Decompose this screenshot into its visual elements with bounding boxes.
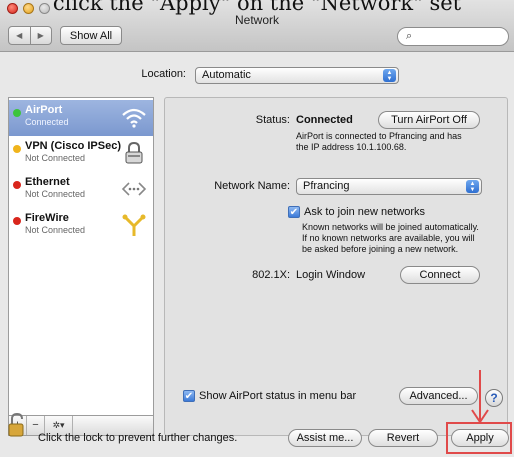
service-status: Not Connected [25,153,86,163]
status-dot-green [13,109,21,117]
service-name: FireWire [25,212,69,224]
revert-button[interactable]: Revert [368,429,438,447]
ask-join-checkbox[interactable]: ✔ [288,206,300,218]
search-input[interactable]: ⌕ [397,27,509,46]
show-status-checkbox[interactable]: ✔ [183,390,195,402]
lock-icon[interactable] [8,413,30,439]
service-list: AirPort Connected VPN (Cisco IPSec) Not … [8,97,154,416]
popup-arrows-icon: ▲ ▼ [383,69,396,82]
back-icon[interactable]: ◀ [9,27,30,44]
popup-arrows-icon: ▲ ▼ [466,180,479,193]
ask-join-description-line: Known networks will be joined automatica… [302,222,479,232]
forward-icon[interactable]: ▶ [29,27,52,44]
service-status: Not Connected [25,225,86,235]
service-item-vpn[interactable]: VPN (Cisco IPSec) Not Connected [9,136,153,172]
highlight-box [446,422,512,454]
service-name: VPN (Cisco IPSec) [25,140,121,152]
show-status-label: Show AirPort status in menu bar [199,390,357,402]
service-name: Ethernet [25,176,70,188]
location-popup[interactable]: Automatic ▲ ▼ [195,67,399,84]
magnifier-icon: ⌕ [406,30,413,42]
network-name-label: Network Name: [214,180,290,192]
firewire-icon [122,214,146,236]
location-value: Automatic [202,69,251,81]
status-value: Connected [296,114,353,126]
service-item-airport[interactable]: AirPort Connected [9,100,153,136]
status-description-line: the IP address 10.1.100.68. [296,142,407,152]
assist-me-button[interactable]: Assist me... [288,429,362,447]
instruction-caption: click the "Apply" on the "Network" set [52,0,462,15]
service-status: Connected [25,117,69,127]
status-label: Status: [255,114,290,126]
advanced-button[interactable]: Advanced... [399,387,478,405]
arrow-icon [471,370,489,424]
ethernet-icon [121,182,147,196]
dot1x-label: 802.1X: [252,269,290,281]
ask-join-description-line: be asked before joining a new network. [302,244,459,254]
back-forward-control: ◀ ▶ [8,26,52,45]
turn-airport-off-button[interactable]: Turn AirPort Off [378,111,480,129]
status-dot-red [13,181,21,189]
ask-join-description-line: If no known networks are available, you … [302,233,475,243]
status-description-line: AirPort is connected to Pfrancing and ha… [296,131,462,141]
connect-button[interactable]: Connect [400,266,480,284]
service-item-ethernet[interactable]: Ethernet Not Connected [9,172,153,208]
status-dot-yellow [13,145,21,153]
service-name: AirPort [25,104,63,116]
show-all-button[interactable]: Show All [60,26,122,45]
network-name-value: Pfrancing [303,180,350,192]
network-preferences-window: Network ◀ ▶ Show All ⌕ click the "Apply"… [0,0,514,457]
service-status: Not Connected [25,189,86,199]
service-item-firewire[interactable]: FireWire Not Connected [9,208,153,244]
lock-icon [125,141,143,164]
dot1x-value: Login Window [296,269,366,281]
network-name-popup[interactable]: Pfrancing ▲ ▼ [296,178,482,195]
status-dot-red [13,217,21,225]
ask-join-label: Ask to join new networks [304,206,426,218]
lock-message: Click the lock to prevent further change… [38,432,238,444]
location-label: Location: [141,68,186,80]
wifi-icon [122,108,146,128]
